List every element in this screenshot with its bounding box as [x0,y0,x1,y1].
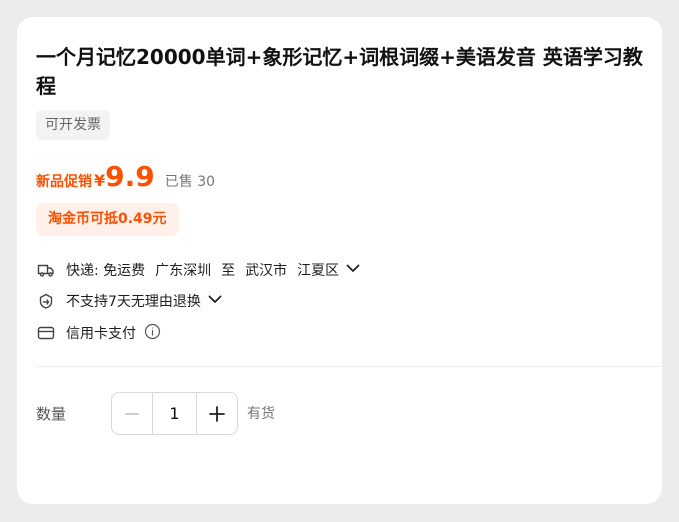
chevron-down-icon[interactable] [206,290,224,312]
quantity-input[interactable]: 1 [152,393,197,434]
shipping-to-word: 至 [221,263,236,279]
truck-icon [36,260,56,280]
shipping-destination-city[interactable]: 武汉市 [245,260,287,280]
section-divider [36,366,662,367]
sold-count: 已售 30 [164,174,216,190]
stock-status: 有货 [247,406,275,422]
return-policy-row[interactable]: 不支持7天无理由退换 [36,289,224,313]
decrement-button[interactable] [112,393,152,434]
shipping-row[interactable]: 快递: 免运费 广东深圳 至 武汉市 江夏区 [36,258,362,282]
currency-symbol: ¥ [94,171,106,190]
credit-card-icon [36,323,56,343]
coin-discount-badge: 淘金币可抵0.49元 [36,203,179,236]
info-icon[interactable] [144,323,161,344]
promo-label: 新品促销 [36,174,92,190]
shipping-destination-district[interactable]: 江夏区 [297,260,339,280]
quantity-label: 数量 [36,405,67,423]
price-row: 新品促销 ¥ 9.9 已售 30 [36,160,215,194]
payment-row: 信用卡支付 [36,321,161,345]
chevron-down-icon[interactable] [344,259,362,281]
product-title: 一个月记忆20000单词+象形记忆+词根词缀+美语发音 英语学习教程 [36,45,643,98]
quantity-stepper[interactable]: 1 [111,392,238,435]
payment-label: 信用卡支付 [66,326,136,342]
return-policy-icon [36,291,56,311]
increment-button[interactable] [197,393,237,434]
product-info-card: 一个月记忆20000单词+象形记忆+词根词缀+美语发音 英语学习教程 可开发票 … [17,17,662,504]
shipping-origin: 广东深圳 [155,263,212,279]
return-policy-label: 不支持7天无理由退换 [66,294,201,310]
minus-icon [125,412,139,415]
price-amount: 9.9 [105,160,155,193]
invoice-tag: 可开发票 [36,110,110,140]
plus-icon [208,405,225,422]
shipping-method: 快递: 免运费 [66,263,146,279]
